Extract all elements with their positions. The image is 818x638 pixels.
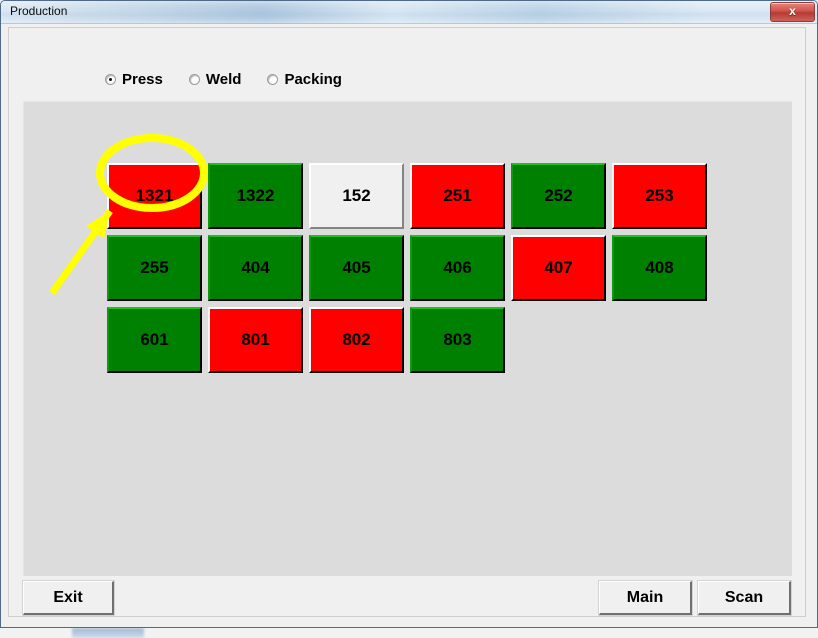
machine-button-1321[interactable]: 1321 <box>107 163 202 229</box>
window-title: Production <box>10 4 68 18</box>
machine-button-255[interactable]: 255 <box>107 235 202 301</box>
machine-button-grid: 1321 1322 152 251 252 253 255 404 405 406 407 408 60… <box>107 163 707 379</box>
machine-button-404[interactable]: 404 <box>208 235 303 301</box>
background-bottom-strip <box>0 628 818 638</box>
mode-radio-packing[interactable]: Packing <box>267 72 342 87</box>
machine-button-1322[interactable]: 1322 <box>208 163 303 229</box>
machine-button-406[interactable]: 406 <box>410 235 505 301</box>
machine-button-252[interactable]: 252 <box>511 163 606 229</box>
exit-button[interactable]: Exit <box>22 580 115 616</box>
machine-button-407[interactable]: 407 <box>511 235 606 301</box>
background-taskbar-item <box>72 628 144 638</box>
machine-button-408[interactable]: 408 <box>612 235 707 301</box>
mode-radio-label: Weld <box>205 71 242 88</box>
machine-button-803[interactable]: 803 <box>410 307 505 373</box>
machine-button-801[interactable]: 801 <box>208 307 303 373</box>
close-button[interactable]: x <box>770 2 815 22</box>
machine-button-152[interactable]: 152 <box>309 163 404 229</box>
machine-grid-row: 601 801 802 803 <box>107 307 707 373</box>
production-window: Production x Press Weld Packing 1321 1322 15… <box>0 0 818 628</box>
close-icon: x <box>789 4 796 18</box>
machine-grid-row: 1321 1322 152 251 252 253 <box>107 163 707 229</box>
mode-radio-label: Press <box>122 71 163 88</box>
radio-dot-icon[interactable] <box>105 74 116 85</box>
main-button[interactable]: Main <box>598 580 693 616</box>
machine-grid-row: 255 404 405 406 407 408 <box>107 235 707 301</box>
window-client-area: Press Weld Packing 1321 1322 152 251 252 253 255… <box>1 24 817 627</box>
mode-radio-weld[interactable]: Weld <box>188 71 242 88</box>
machine-button-251[interactable]: 251 <box>410 163 505 229</box>
machine-button-405[interactable]: 405 <box>309 235 404 301</box>
machine-button-253[interactable]: 253 <box>612 163 707 229</box>
machine-button-802[interactable]: 802 <box>309 307 404 373</box>
machine-status-panel: 1321 1322 152 251 252 253 255 404 405 406 407 408 60… <box>23 101 792 576</box>
machine-button-601[interactable]: 601 <box>107 307 202 373</box>
mode-radio-label: Packing <box>284 71 342 88</box>
radio-dot-icon[interactable] <box>188 74 200 85</box>
window-titlebar[interactable]: Production x <box>1 1 817 24</box>
scan-button[interactable]: Scan <box>697 580 792 616</box>
mode-radio-press[interactable]: Press <box>105 72 163 87</box>
radio-dot-icon[interactable] <box>267 74 279 85</box>
mode-radio-group: Press Weld Packing <box>105 72 342 87</box>
